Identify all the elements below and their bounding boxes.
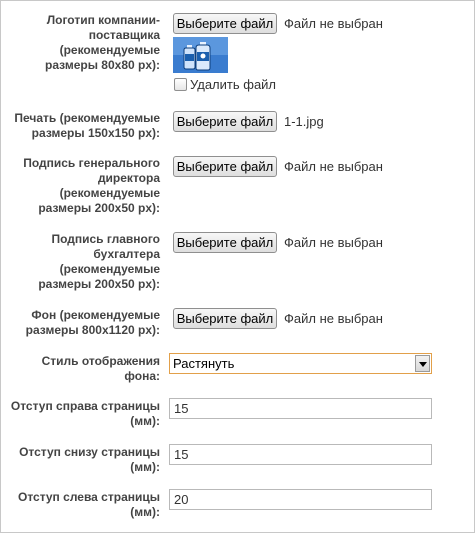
display-style-select[interactable]: Растянуть: [169, 353, 432, 374]
accountant-signature-file-status: Файл не выбран: [284, 235, 383, 250]
background-label: Фон (рекомендуемые размеры 800x1120 px):: [25, 308, 160, 337]
background-file-status: Файл не выбран: [284, 311, 383, 326]
director-signature-row: Подпись генерального директора (рекоменд…: [1, 155, 474, 217]
margin-bottom-label: Отступ снизу страницы (мм):: [19, 445, 160, 474]
accountant-signature-row: Подпись главного бухгалтера (рекомендуем…: [1, 231, 474, 293]
accountant-signature-label: Подпись главного бухгалтера (рекомендуем…: [38, 232, 160, 291]
logo-row: Логотип компании-поставщика (рекомендуем…: [1, 1, 474, 97]
water-bottles-icon: [173, 37, 228, 73]
background-row: Фон (рекомендуемые размеры 800x1120 px):…: [1, 307, 474, 337]
margin-left-input[interactable]: [169, 489, 432, 510]
margin-left-label: Отступ слева страницы (мм):: [17, 490, 160, 519]
display-style-row: Стиль отображения фона: Растянуть: [1, 353, 474, 385]
margin-left-row: Отступ слева страницы (мм):: [1, 489, 474, 522]
stamp-label: Печать (рекомендуемые размеры 150x150 px…: [14, 111, 160, 140]
logo-thumbnail-image[interactable]: [173, 37, 228, 73]
stamp-choose-file-button[interactable]: Выберите файл: [173, 111, 277, 132]
logo-delete-checkbox[interactable]: [174, 78, 187, 91]
margin-bottom-row: Отступ снизу страницы (мм):: [1, 444, 474, 477]
stamp-row: Печать (рекомендуемые размеры 150x150 px…: [1, 110, 474, 140]
margin-right-input[interactable]: [169, 398, 432, 419]
display-style-selected-value: Растянуть: [173, 356, 235, 371]
accountant-signature-choose-file-button[interactable]: Выберите файл: [173, 232, 277, 253]
margin-right-row: Отступ справа страницы (мм):: [1, 398, 474, 431]
logo-delete-label[interactable]: Удалить файл: [190, 77, 276, 93]
logo-choose-file-button[interactable]: Выберите файл: [173, 13, 277, 34]
director-signature-label: Подпись генерального директора (рекоменд…: [23, 156, 160, 215]
logo-label: Логотип компании-поставщика (рекомендуем…: [45, 13, 160, 72]
logo-file-status: Файл не выбран: [284, 16, 383, 31]
background-choose-file-button[interactable]: Выберите файл: [173, 308, 277, 329]
settings-panel: Логотип компании-поставщика (рекомендуем…: [0, 0, 475, 533]
chevron-down-icon[interactable]: [415, 355, 430, 372]
director-signature-choose-file-button[interactable]: Выберите файл: [173, 156, 277, 177]
display-style-label: Стиль отображения фона:: [41, 354, 160, 383]
director-signature-file-status: Файл не выбран: [284, 159, 383, 174]
stamp-file-status: 1-1.jpg: [284, 114, 324, 129]
margin-bottom-input[interactable]: [169, 444, 432, 465]
margin-right-label: Отступ справа страницы (мм):: [10, 399, 160, 428]
